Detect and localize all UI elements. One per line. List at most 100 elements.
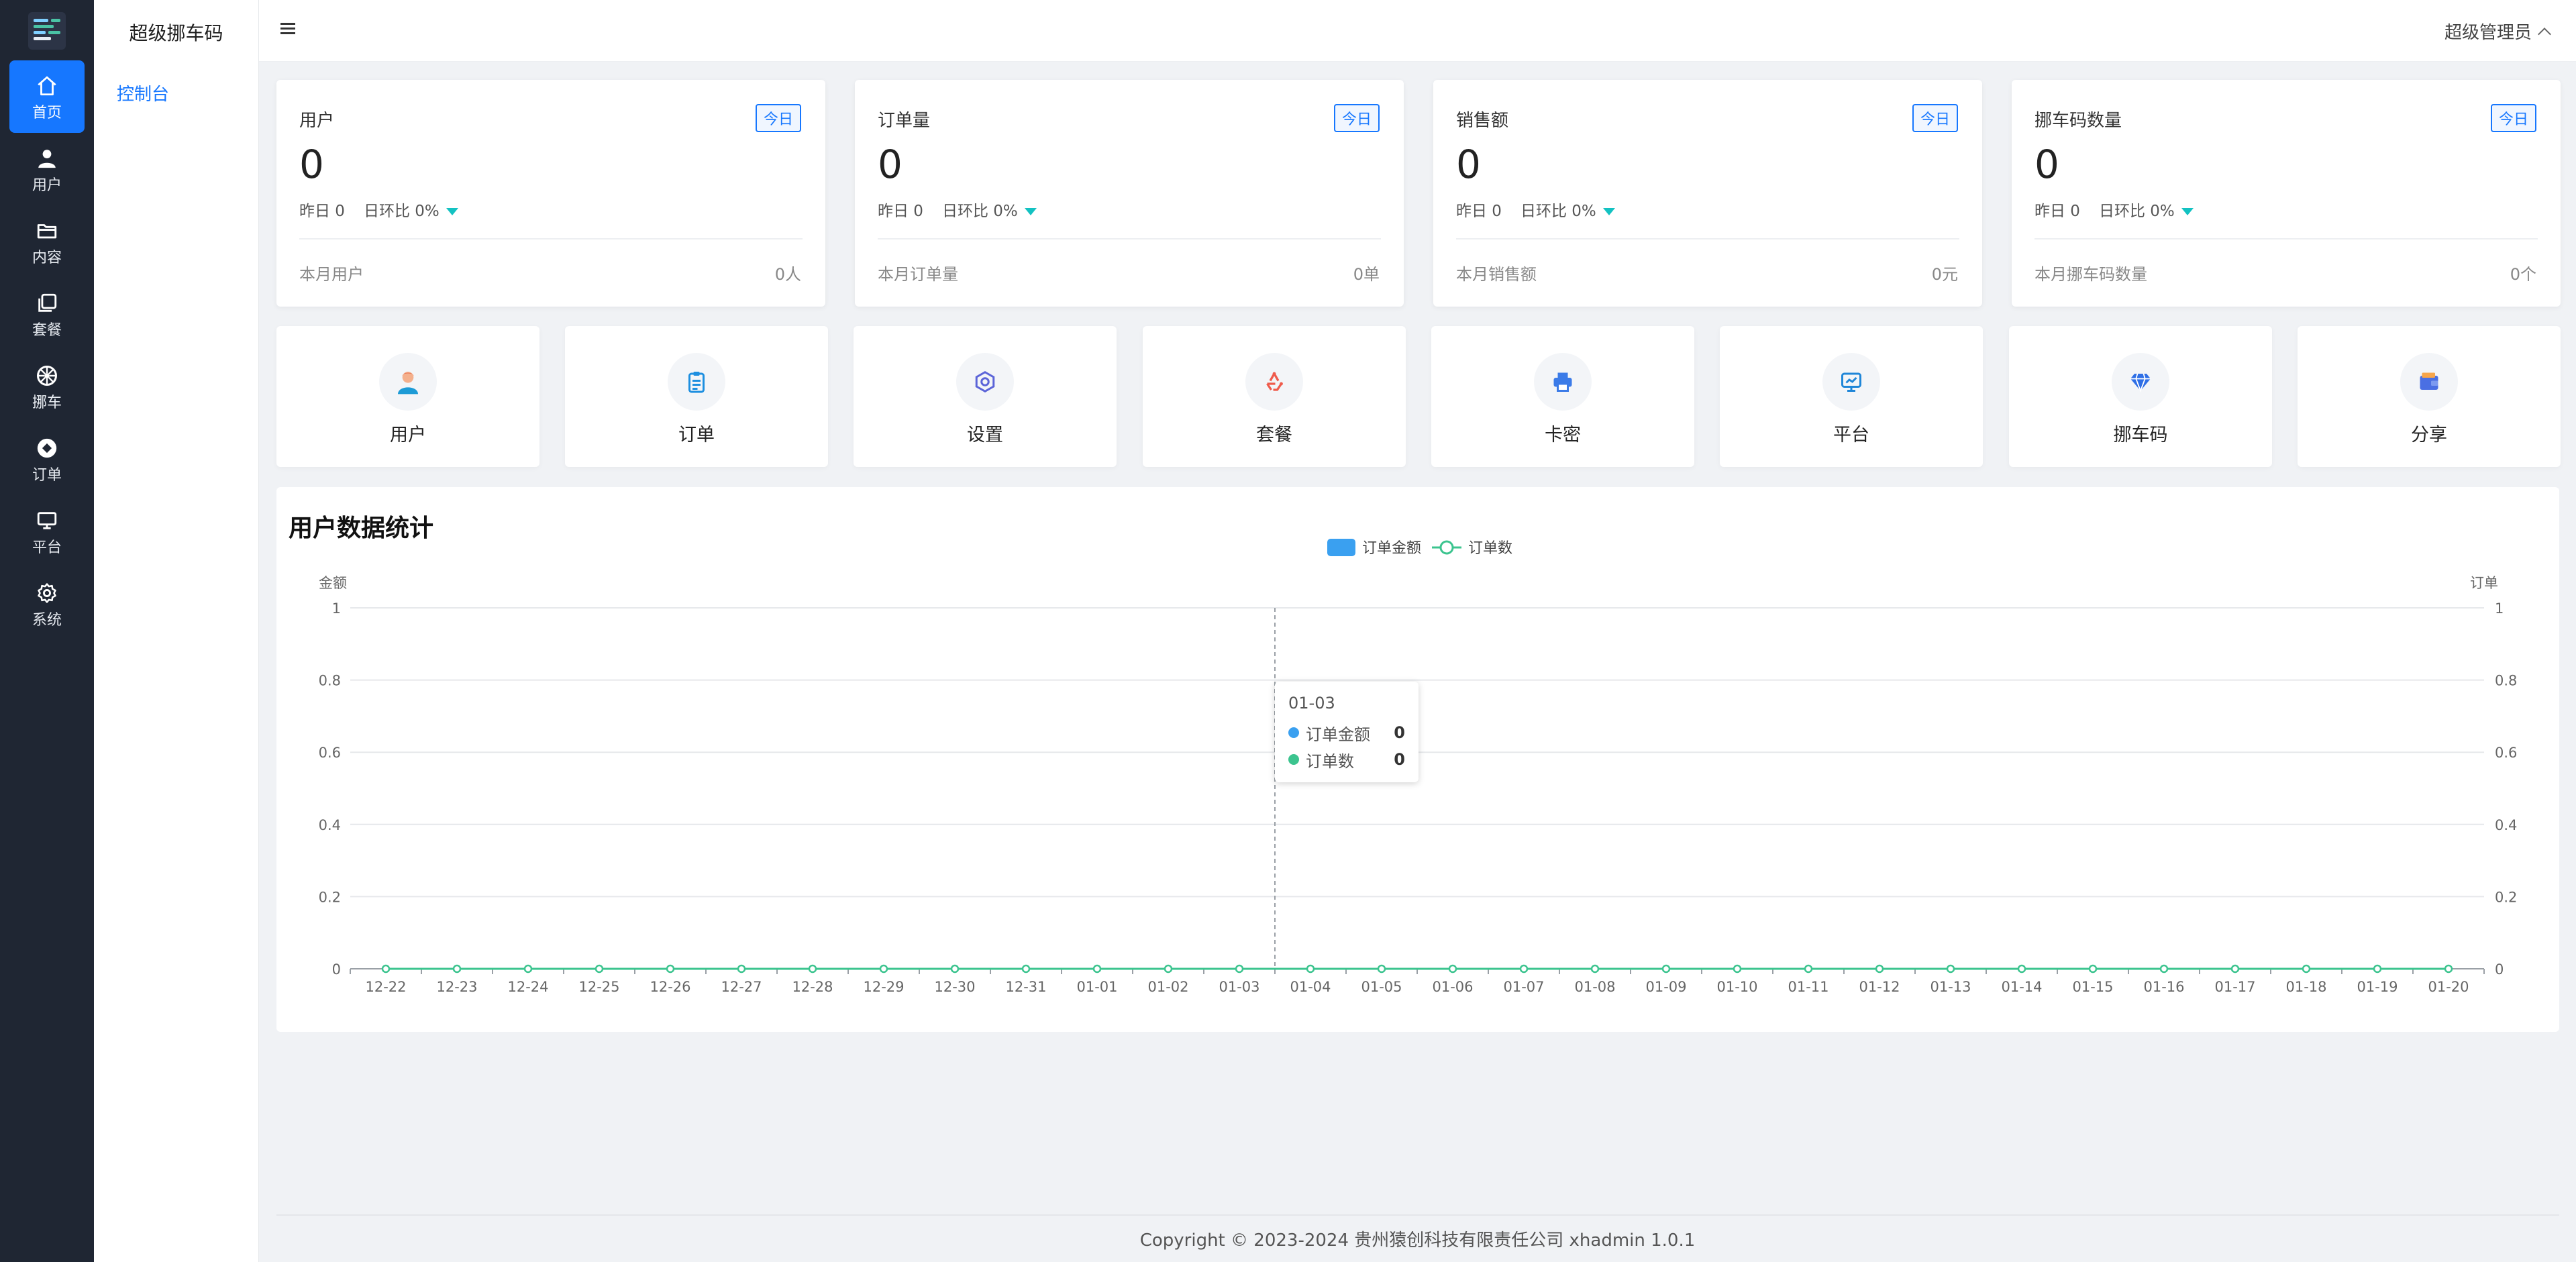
rail-item-user[interactable]: 用户 — [9, 133, 85, 205]
line-point — [1164, 964, 1173, 974]
divider — [2034, 238, 2538, 240]
quick-link-move-code[interactable]: 挪车码 — [2009, 326, 2272, 467]
y-tick-label-right: 0 — [2495, 961, 2504, 978]
stat-card-sales: 销售额 今日 0 昨日 0 日环比 0% 本月销售额 0元 — [1433, 80, 1982, 307]
x-tick-label: 12-28 — [792, 979, 833, 995]
footer-copyright: Copyright © 2023-2024 贵州猿创科技有限责任公司 xhadm… — [1139, 1230, 1696, 1251]
line-point — [523, 964, 533, 974]
top-header: 超级管理员 — [259, 0, 2576, 62]
y-tick-label-right: 1 — [2495, 600, 2504, 617]
rail-item-move-car[interactable]: 挪车 — [9, 350, 85, 423]
y-tick-label-right: 0.2 — [2495, 889, 2517, 905]
stat-compare: 昨日 0 日环比 0% — [299, 198, 458, 221]
x-tick-label: 01-02 — [1147, 979, 1188, 995]
legend-label: 订单金额 — [1362, 540, 1421, 557]
line-point — [1306, 964, 1315, 974]
app-logo[interactable] — [28, 12, 66, 50]
stat-card-orders: 订单量 今日 0 昨日 0 日环比 0% 本月订单量 0单 — [855, 80, 1404, 307]
yesterday-value: 昨日 0 — [299, 203, 345, 220]
rail-item-order[interactable]: 订单 — [9, 423, 85, 495]
x-tick-label: 01-07 — [1503, 979, 1544, 995]
stat-value: 0 — [878, 142, 903, 187]
divider — [878, 238, 1381, 240]
today-tag[interactable]: 今日 — [1333, 104, 1380, 132]
rail-item-home[interactable]: 首页 — [9, 60, 85, 133]
line-point — [737, 964, 746, 974]
legend-label: 订单数 — [1468, 540, 1512, 557]
trend-down-icon — [446, 208, 458, 215]
quick-link-label: 挪车码 — [2113, 425, 2168, 445]
tooltip-series-value: 0 — [1394, 750, 1405, 769]
today-tag[interactable]: 今日 — [2490, 104, 2536, 132]
stat-name: 用户 — [299, 111, 335, 131]
quick-link-label: 卡密 — [1545, 425, 1581, 445]
day-ratio: 日环比 0% — [1520, 203, 1596, 220]
line-point — [452, 964, 462, 974]
x-tick-label: 01-13 — [1930, 979, 1971, 995]
quick-link-label: 分享 — [2411, 425, 2447, 445]
quick-link-card-key[interactable]: 卡密 — [1431, 326, 1694, 467]
quick-link-platform[interactable]: 平台 — [1720, 326, 1983, 467]
yesterday-value: 昨日 0 — [878, 203, 923, 220]
line-point — [1377, 964, 1386, 974]
quick-link-label: 套餐 — [1256, 425, 1292, 445]
stat-compare: 昨日 0 日环比 0% — [2034, 198, 2194, 221]
order-icon — [9, 435, 85, 462]
tooltip-date: 01-03 — [1288, 694, 1335, 713]
line-point — [808, 964, 817, 974]
line-point — [1661, 964, 1671, 974]
x-tick-label: 01-10 — [1716, 979, 1757, 995]
line-point — [2444, 964, 2453, 974]
y-tick-label-left: 0.4 — [319, 817, 341, 833]
line-point — [1590, 964, 1600, 974]
rail-item-package[interactable]: 套餐 — [9, 278, 85, 350]
line-point — [1946, 964, 1955, 974]
quick-link-users[interactable]: 用户 — [276, 326, 539, 467]
month-label: 本月用户 — [299, 265, 364, 284]
x-tick-label: 01-16 — [2143, 979, 2184, 995]
x-tick-label: 12-27 — [721, 979, 762, 995]
sidebar-item-dashboard[interactable]: 控制台 — [117, 81, 169, 105]
user-menu[interactable]: 超级管理员 — [2444, 19, 2551, 44]
gear-icon — [9, 580, 85, 607]
menu-toggle-icon[interactable] — [279, 20, 298, 39]
x-tick-label: 01-17 — [2214, 979, 2255, 995]
trend-down-icon — [2181, 208, 2194, 215]
month-label: 本月挪车码数量 — [2034, 265, 2147, 284]
hexagon-settings-icon — [956, 353, 1014, 411]
today-tag[interactable]: 今日 — [755, 104, 801, 132]
rail-item-content[interactable]: 内容 — [9, 205, 85, 278]
yesterday-value: 昨日 0 — [2034, 203, 2080, 220]
day-ratio: 日环比 0% — [2098, 203, 2175, 220]
folder-icon — [9, 217, 85, 244]
y-tick-label-right: 0.6 — [2495, 745, 2517, 761]
yesterday-value: 昨日 0 — [1456, 203, 1502, 220]
quick-link-label: 订单 — [678, 425, 715, 445]
line-point — [1733, 964, 1742, 974]
line-point — [1021, 964, 1031, 974]
rail-item-system[interactable]: 系统 — [9, 568, 85, 640]
legend-line-marker — [1439, 540, 1454, 555]
stat-compare: 昨日 0 日环比 0% — [878, 198, 1037, 221]
today-tag[interactable]: 今日 — [1912, 104, 1958, 132]
y-tick-label-left: 0.6 — [319, 745, 341, 761]
quick-link-share[interactable]: 分享 — [2298, 326, 2561, 467]
line-point — [1804, 964, 1813, 974]
x-tick-label: 01-14 — [2001, 979, 2042, 995]
y-tick-label-right: 0.8 — [2495, 673, 2517, 689]
rail-item-label: 内容 — [32, 250, 62, 266]
stat-value: 0 — [1456, 142, 1481, 187]
y-tick-label-right: 0.4 — [2495, 817, 2517, 833]
y-tick-label-left: 1 — [332, 600, 341, 617]
quick-link-orders[interactable]: 订单 — [565, 326, 828, 467]
tooltip-row: 订单金额 0 — [1288, 719, 1405, 746]
trend-down-icon — [1602, 208, 1615, 215]
rail-item-platform[interactable]: 平台 — [9, 495, 85, 568]
quick-link-settings[interactable]: 设置 — [854, 326, 1117, 467]
rail-item-label: 挪车 — [32, 395, 62, 411]
line-point — [950, 964, 960, 974]
x-tick-label: 01-08 — [1574, 979, 1615, 995]
quick-link-package[interactable]: 套餐 — [1143, 326, 1406, 467]
rail-item-label: 订单 — [32, 467, 62, 484]
line-point — [2302, 964, 2311, 974]
